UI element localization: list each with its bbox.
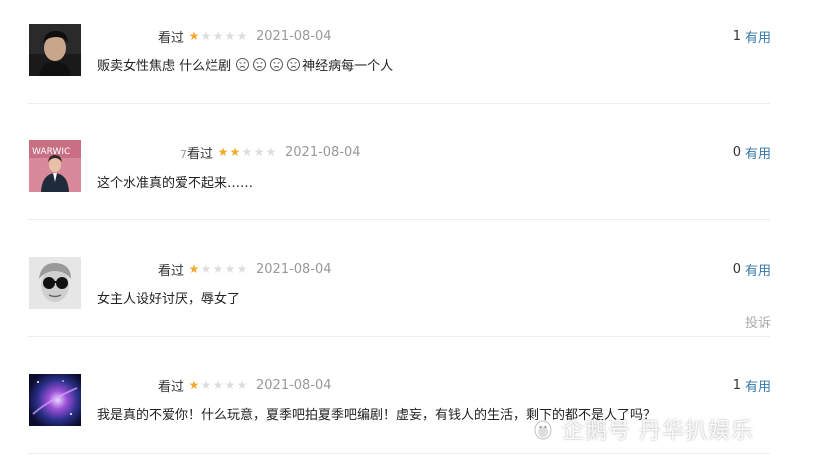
avatar[interactable] <box>29 374 81 426</box>
review-content: 这个水准真的爱不起来…… <box>97 172 253 191</box>
star-empty-icon: ★ <box>212 378 224 392</box>
star-empty-icon: ★ <box>253 145 265 159</box>
watermark-text: 企鹅号 丹华扒娱乐 <box>562 419 754 444</box>
review-text: 女主人设好讨厌，辱女了 <box>97 292 241 307</box>
divider <box>28 453 770 454</box>
review-text: 贩卖女性焦虑 什么烂剧 <box>97 59 232 74</box>
star-filled-icon: ★ <box>229 145 241 159</box>
avatar-image <box>29 257 81 309</box>
rating-stars: ★ ★ ★ ★ ★ <box>188 379 248 391</box>
useful-vote: 0 有用 <box>732 260 771 279</box>
rating-stars: ★ ★ ★ ★ ★ <box>217 146 277 158</box>
review-text: 神经病每一个人 <box>302 59 394 74</box>
star-empty-icon: ★ <box>236 262 248 276</box>
star-empty-icon: ★ <box>224 29 236 43</box>
review-content: 贩卖女性焦虑 什么烂剧 神经病每一个人 <box>97 55 393 74</box>
review-item: 看过 ★ ★ ★ ★ ★ 2021-08-04 0 有用 女主人设好讨厌，辱女了… <box>0 234 817 350</box>
star-empty-icon: ★ <box>200 378 212 392</box>
divider <box>28 219 770 220</box>
review-meta: 看过 ★ ★ ★ ★ ★ 2021-08-04 <box>158 27 332 46</box>
divider <box>28 336 770 337</box>
review-item: WARWIC 7看过 ★ ★ ★ ★ ★ 2021-08-04 0 有用 这个水… <box>0 117 817 233</box>
watermark: 企鹅号 丹华扒娱乐 <box>530 414 754 444</box>
angry-face-icon <box>287 58 301 71</box>
avatar-image <box>29 24 81 76</box>
star-empty-icon: ★ <box>224 262 236 276</box>
watch-status: 看过 <box>158 379 185 395</box>
review-date: 2021-08-04 <box>256 28 332 44</box>
star-empty-icon: ★ <box>200 262 212 276</box>
review-date: 2021-08-04 <box>285 144 361 160</box>
useful-button[interactable]: 有用 <box>745 143 771 162</box>
report-button[interactable]: 投诉 <box>745 312 771 331</box>
watch-status: 看过 <box>158 30 185 46</box>
star-filled-icon: ★ <box>188 29 200 43</box>
star-empty-icon: ★ <box>224 378 236 392</box>
useful-button[interactable]: 有用 <box>745 260 771 279</box>
star-empty-icon: ★ <box>236 378 248 392</box>
review-meta: 看过 ★ ★ ★ ★ ★ 2021-08-04 <box>158 260 332 279</box>
useful-vote: 0 有用 <box>732 143 771 162</box>
review-item: 看过 ★ ★ ★ ★ ★ 2021-08-04 1 有用 贩卖女性焦虑 什么烂剧… <box>0 0 817 116</box>
avatar-image: WARWIC <box>29 140 81 192</box>
star-empty-icon: ★ <box>265 145 277 159</box>
watch-status: 7看过 <box>180 146 214 162</box>
star-empty-icon: ★ <box>241 145 253 159</box>
star-filled-icon: ★ <box>188 378 200 392</box>
star-empty-icon: ★ <box>236 29 248 43</box>
star-empty-icon: ★ <box>212 29 224 43</box>
avatar[interactable] <box>29 24 81 76</box>
review-content: 女主人设好讨厌，辱女了 <box>97 288 240 307</box>
vote-count: 0 <box>732 144 741 160</box>
review-item: 看过 ★ ★ ★ ★ ★ 2021-08-04 1 有用 我是真的不爱你！什么玩… <box>0 351 817 467</box>
angry-face-icon <box>253 58 267 71</box>
angry-face-icon <box>270 58 284 71</box>
vote-count: 0 <box>732 261 741 277</box>
divider <box>28 103 770 104</box>
useful-button[interactable]: 有用 <box>745 376 771 395</box>
rating-stars: ★ ★ ★ ★ ★ <box>188 263 248 275</box>
star-filled-icon: ★ <box>188 262 200 276</box>
angry-face-icon <box>236 58 250 71</box>
vote-count: 1 <box>732 28 741 44</box>
vote-count: 1 <box>732 377 741 393</box>
avatar[interactable]: WARWIC <box>29 140 81 192</box>
svg-text:WARWIC: WARWIC <box>32 147 70 157</box>
useful-button[interactable]: 有用 <box>745 27 771 46</box>
star-empty-icon: ★ <box>200 29 212 43</box>
review-date: 2021-08-04 <box>256 261 332 277</box>
rating-stars: ★ ★ ★ ★ ★ <box>188 30 248 42</box>
review-date: 2021-08-04 <box>256 377 332 393</box>
review-meta: 7看过 ★ ★ ★ ★ ★ 2021-08-04 <box>180 143 361 162</box>
review-meta: 看过 ★ ★ ★ ★ ★ 2021-08-04 <box>158 376 332 395</box>
avatar-image <box>29 374 81 426</box>
review-text: 这个水准真的爱不起来…… <box>97 176 254 191</box>
star-empty-icon: ★ <box>212 262 224 276</box>
useful-vote: 1 有用 <box>732 27 771 46</box>
avatar[interactable] <box>29 257 81 309</box>
watch-status: 看过 <box>158 263 185 279</box>
useful-vote: 1 有用 <box>732 376 771 395</box>
star-filled-icon: ★ <box>217 145 229 159</box>
penguin-logo-icon <box>534 420 552 440</box>
